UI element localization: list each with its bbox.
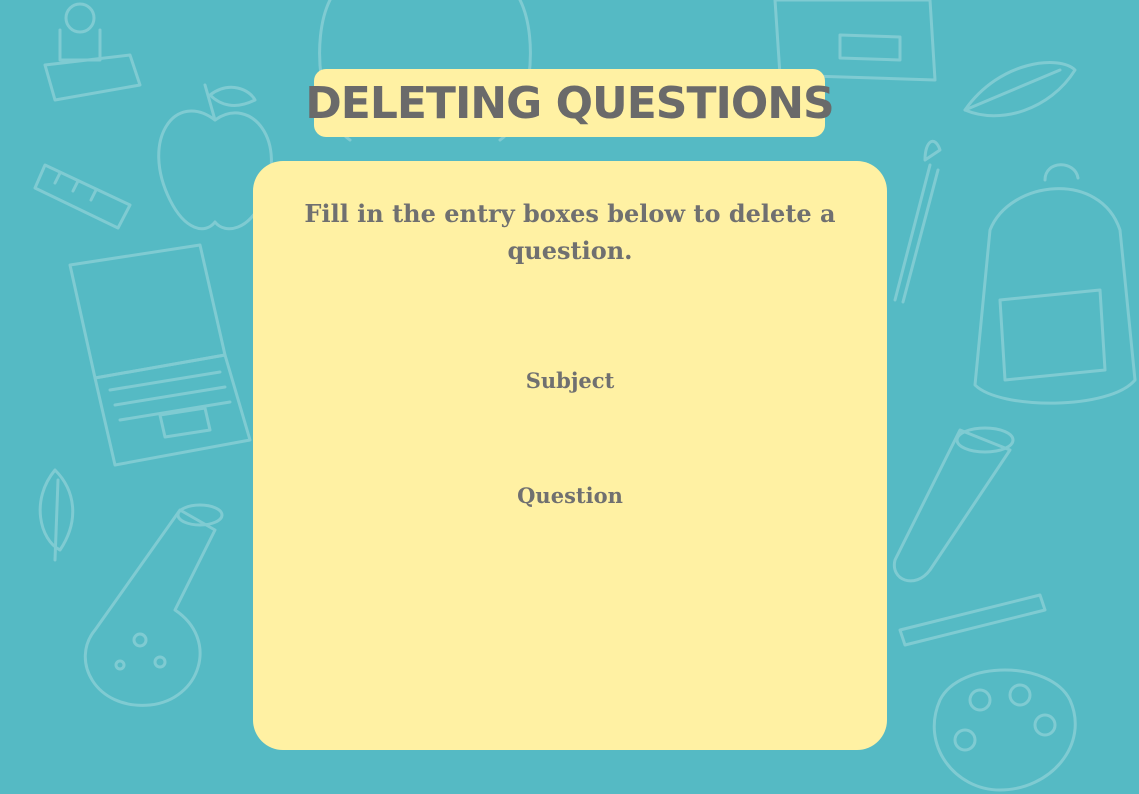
pen-icon bbox=[898, 593, 1047, 647]
question-label: Question bbox=[517, 483, 623, 508]
paintbrush-icon bbox=[893, 139, 942, 304]
test-tube-icon bbox=[892, 426, 1015, 583]
title-banner: DELETING QUESTIONS bbox=[305, 69, 835, 137]
backpack-icon bbox=[973, 163, 1137, 405]
instructions-text: Fill in the entry boxes below to delete … bbox=[304, 199, 836, 265]
delete-question-panel: Fill in the entry boxes below to delete … bbox=[253, 161, 887, 750]
laptop-icon bbox=[773, 0, 937, 82]
ruler-icon bbox=[33, 163, 132, 230]
subject-label: Subject bbox=[525, 368, 615, 393]
leaf-icon bbox=[38, 468, 75, 562]
leaf-icon bbox=[963, 61, 1077, 118]
laptop-icon bbox=[68, 243, 252, 467]
flask-icon bbox=[83, 503, 224, 707]
stamp-icon bbox=[43, 2, 142, 102]
palette-icon bbox=[932, 668, 1077, 792]
page-title: DELETING QUESTIONS bbox=[305, 77, 834, 129]
